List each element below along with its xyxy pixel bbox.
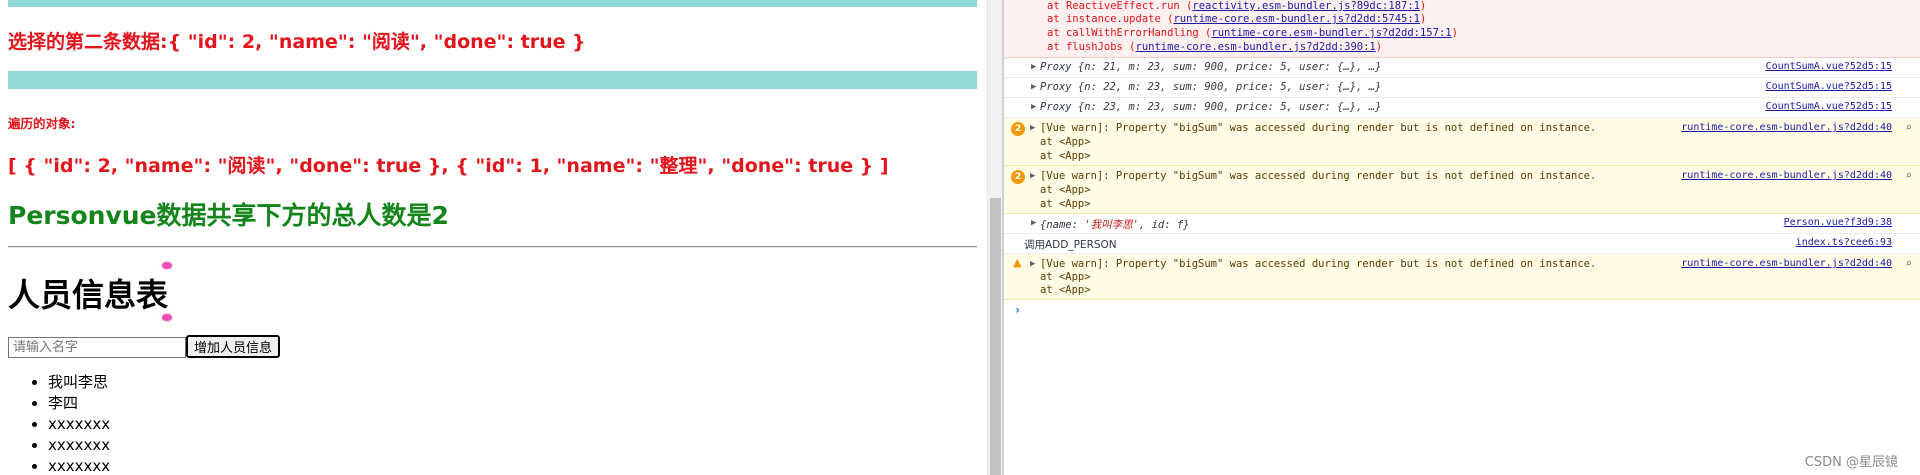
name-input[interactable] [8,337,186,358]
app-viewport: 选择的第二条数据:{ "id": 2, "name": "阅读", "done"… [0,0,987,475]
console-warning-row[interactable]: 2 ▶ [Vue warn]: Property "bigSum" was ac… [1004,166,1920,214]
stack-link[interactable]: runtime-core.esm-bundler.js?d2dd:5745:1 [1173,13,1420,25]
warning-count-badge: 2 [1011,122,1025,136]
expand-triangle-icon[interactable]: ▶ [1031,218,1036,228]
expand-triangle-icon[interactable]: ▶ [1030,123,1035,133]
warning-message: [Vue warn]: Property "bigSum" was access… [1040,258,1597,270]
add-person-button[interactable]: 增加人员信息 [186,335,281,358]
expand-triangle-icon[interactable]: ▶ [1031,102,1036,112]
stack-frame: at callWithErrorHandling (runtime-core.e… [1047,27,1458,39]
selected-item-text: 选择的第二条数据:{ "id": 2, "name": "阅读", "done"… [8,31,586,53]
proxy-object-text: Proxy {n: 22, m: 23, sum: 900, price: 5,… [1040,81,1382,93]
search-icon[interactable]: ⌕ [1905,169,1912,182]
console-warning-row[interactable]: 2 ▶ [Vue warn]: Property "bigSum" was ac… [1004,118,1920,166]
source-link[interactable]: runtime-core.esm-bundler.js?d2dd:40 [1681,122,1892,133]
page-scrollbar[interactable] [987,0,1002,475]
expand-triangle-icon[interactable]: ▶ [1030,171,1035,181]
expand-triangle-icon[interactable]: ▶ [1030,259,1035,269]
source-link[interactable]: runtime-core.esm-bundler.js?d2dd:40 [1681,258,1892,269]
pink-dot-icon [162,314,172,321]
stack-frame: at flushJobs (runtime-core.esm-bundler.j… [1047,41,1383,53]
devtools-console: at ReactiveEffect.run (reactivity.esm-bu… [1004,0,1920,475]
list-item: xxxxxxx [48,414,110,435]
warning-stack-line: at <App> [1040,198,1091,210]
console-log-row[interactable]: ▶ Proxy {n: 22, m: 23, sum: 900, price: … [1004,78,1920,98]
error-stack-block: at ReactiveEffect.run (reactivity.esm-bu… [1004,0,1920,58]
object-log-text: {name: '我叫李思', id: f} [1040,219,1190,231]
warning-stack-line: at <App> [1040,184,1091,196]
list-item: xxxxxxx [48,456,110,475]
stack-link[interactable]: runtime-core.esm-bundler.js?d2dd:390:1 [1136,41,1376,53]
console-warning-row[interactable]: ▲ ▶ [Vue warn]: Property "bigSum" was ac… [1004,254,1920,300]
console-log-row[interactable]: ▶ Proxy {n: 21, m: 23, sum: 900, price: … [1004,58,1920,78]
source-link[interactable]: CountSumA.vue?52d5:15 [1766,101,1892,112]
console-prompt[interactable]: › [1014,303,1021,317]
stack-frame: at instance.update (runtime-core.esm-bun… [1047,13,1427,25]
warning-stack-line: at <App> [1040,150,1091,162]
source-link[interactable]: Person.vue?f3d9:38 [1784,217,1892,228]
source-link[interactable]: index.ts?cee6:93 [1796,237,1892,248]
teal-divider-bar [8,0,977,7]
warning-message: [Vue warn]: Property "bigSum" was access… [1040,170,1597,182]
stack-frame: at ReactiveEffect.run (reactivity.esm-bu… [1047,0,1427,12]
search-icon[interactable]: ⌕ [1905,257,1912,270]
source-link[interactable]: CountSumA.vue?52d5:15 [1766,81,1892,92]
proxy-object-text: Proxy {n: 23, m: 23, sum: 900, price: 5,… [1040,101,1382,113]
person-list: 我叫李思 李四 xxxxxxx xxxxxxx xxxxxxx [8,372,110,475]
source-link[interactable]: runtime-core.esm-bundler.js?d2dd:40 [1681,170,1892,181]
pink-dot-icon [162,262,172,269]
proxy-object-text: Proxy {n: 21, m: 23, sum: 900, price: 5,… [1040,61,1382,73]
traverse-array-text: [ { "id": 2, "name": "阅读", "done": true … [8,155,889,177]
warning-stack-line: at <App> [1040,271,1091,283]
source-link[interactable]: CountSumA.vue?52d5:15 [1766,61,1892,72]
console-log-row: 调用ADD_PERSON index.ts?cee6:93 [1004,234,1920,254]
expand-triangle-icon[interactable]: ▶ [1031,82,1036,92]
warning-message: [Vue warn]: Property "bigSum" was access… [1040,122,1597,134]
teal-divider-bar [8,71,977,89]
expand-triangle-icon[interactable]: ▶ [1031,62,1036,72]
scrollbar-thumb[interactable] [990,198,1001,475]
log-message: 调用ADD_PERSON [1024,239,1117,251]
warning-stack-line: at <App> [1040,136,1091,148]
stack-link[interactable]: reactivity.esm-bundler.js?89dc:187:1 [1192,0,1420,12]
person-table-title: 人员信息表 [8,276,169,314]
list-item: 我叫李思 [48,372,110,393]
console-log-row[interactable]: ▶ {name: '我叫李思', id: f} Person.vue?f3d9:… [1004,214,1920,234]
console-log-row[interactable]: ▶ Proxy {n: 23, m: 23, sum: 900, price: … [1004,98,1920,118]
traverse-label: 遍历的对象: [8,116,76,131]
warning-count-badge: 2 [1011,170,1025,184]
warning-triangle-icon: ▲ [1013,256,1022,269]
stack-link[interactable]: runtime-core.esm-bundler.js?d2dd:157:1 [1211,27,1451,39]
list-item: xxxxxxx [48,435,110,456]
list-item: 李四 [48,393,110,414]
search-icon[interactable]: ⌕ [1905,121,1912,134]
warning-stack-line: at <App> [1040,284,1091,296]
watermark-text: CSDN @星辰镜 [1804,455,1898,470]
horizontal-rule [8,246,977,248]
person-count-text: Personvue数据共享下方的总人数是2 [8,201,449,230]
